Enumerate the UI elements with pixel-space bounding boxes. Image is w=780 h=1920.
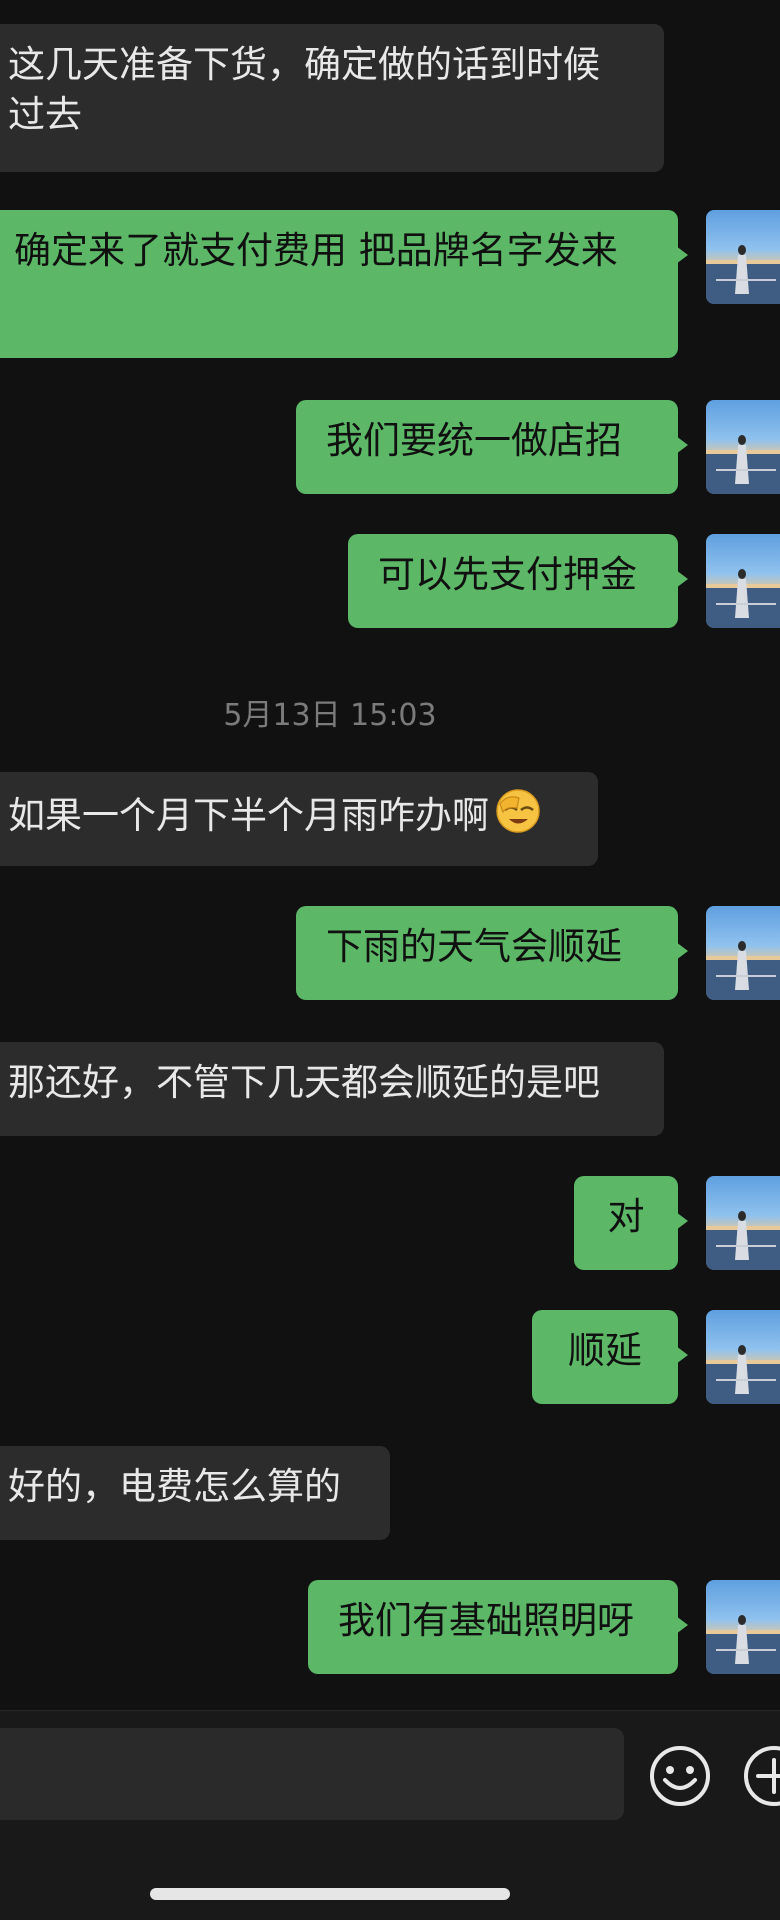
message-text-line-2: 过去 (8, 93, 82, 136)
plus-circle-icon (744, 1746, 780, 1806)
user-avatar[interactable] (706, 1176, 780, 1270)
message-text: 如果一个月下半个月雨咋办啊 (8, 794, 489, 837)
user-avatar[interactable] (706, 906, 780, 1000)
message-text-line-1: 这几天准备下货，确定做的话到时候 (8, 43, 600, 86)
incoming-message-bubble[interactable]: 那还好，不管下几天都会顺延的是吧 (0, 1042, 664, 1136)
outgoing-message-bubble[interactable]: 下雨的天气会顺延 (296, 906, 688, 1000)
avatar-photo-icon (706, 435, 780, 494)
incoming-message-bubble[interactable]: 好的，电费怎么算的 (0, 1446, 390, 1540)
emoji-button[interactable] (648, 1744, 712, 1808)
user-avatar[interactable] (706, 1310, 780, 1404)
message-text: 可以先支付押金 (378, 553, 637, 596)
smiley-face-icon (650, 1746, 710, 1806)
outgoing-message-bubble[interactable]: 可以先支付押金 (348, 534, 688, 628)
avatar-photo-icon (706, 941, 780, 1000)
face-palm-emoji-icon (495, 788, 541, 847)
outgoing-message-bubble[interactable]: 确定来了就支付费用 把品牌名字发来 (0, 210, 688, 358)
message-text: 确定来了就支付费用 把品牌名字发来 (14, 229, 618, 272)
chat-screen: 这几天准备下货，确定做的话到时候 过去 确定来了就支付费用 把品牌名字发来 我们… (0, 0, 780, 1920)
outgoing-message-bubble[interactable]: 顺延 (532, 1310, 688, 1404)
outgoing-message-bubble[interactable]: 我们有基础照明呀 (308, 1580, 688, 1674)
avatar-photo-icon (706, 245, 780, 304)
incoming-message-bubble[interactable]: 这几天准备下货，确定做的话到时候 过去 (0, 24, 664, 172)
message-text: 我们有基础照明呀 (338, 1599, 634, 1642)
message-text: 对 (607, 1195, 645, 1238)
user-avatar[interactable] (706, 210, 780, 304)
message-input[interactable] (0, 1728, 624, 1820)
user-avatar[interactable] (706, 400, 780, 494)
user-avatar[interactable] (706, 1580, 780, 1674)
incoming-message-bubble[interactable]: 如果一个月下半个月雨咋办啊 (0, 772, 598, 866)
home-indicator (150, 1888, 510, 1900)
message-text: 顺延 (568, 1329, 642, 1372)
message-timestamp: 5月13日 15:03 (223, 698, 437, 733)
outgoing-message-bubble[interactable]: 我们要统一做店招 (296, 400, 688, 494)
message-text: 我们要统一做店招 (326, 419, 622, 462)
message-text: 那还好，不管下几天都会顺延的是吧 (8, 1061, 600, 1104)
user-avatar[interactable] (706, 534, 780, 628)
more-actions-button[interactable] (742, 1744, 780, 1808)
message-text: 下雨的天气会顺延 (326, 925, 622, 968)
avatar-photo-icon (706, 569, 780, 628)
avatar-photo-icon (706, 1615, 780, 1674)
outgoing-message-bubble[interactable]: 对 (574, 1176, 688, 1270)
message-text: 好的，电费怎么算的 (8, 1465, 341, 1508)
avatar-photo-icon (706, 1211, 780, 1270)
avatar-photo-icon (706, 1345, 780, 1404)
